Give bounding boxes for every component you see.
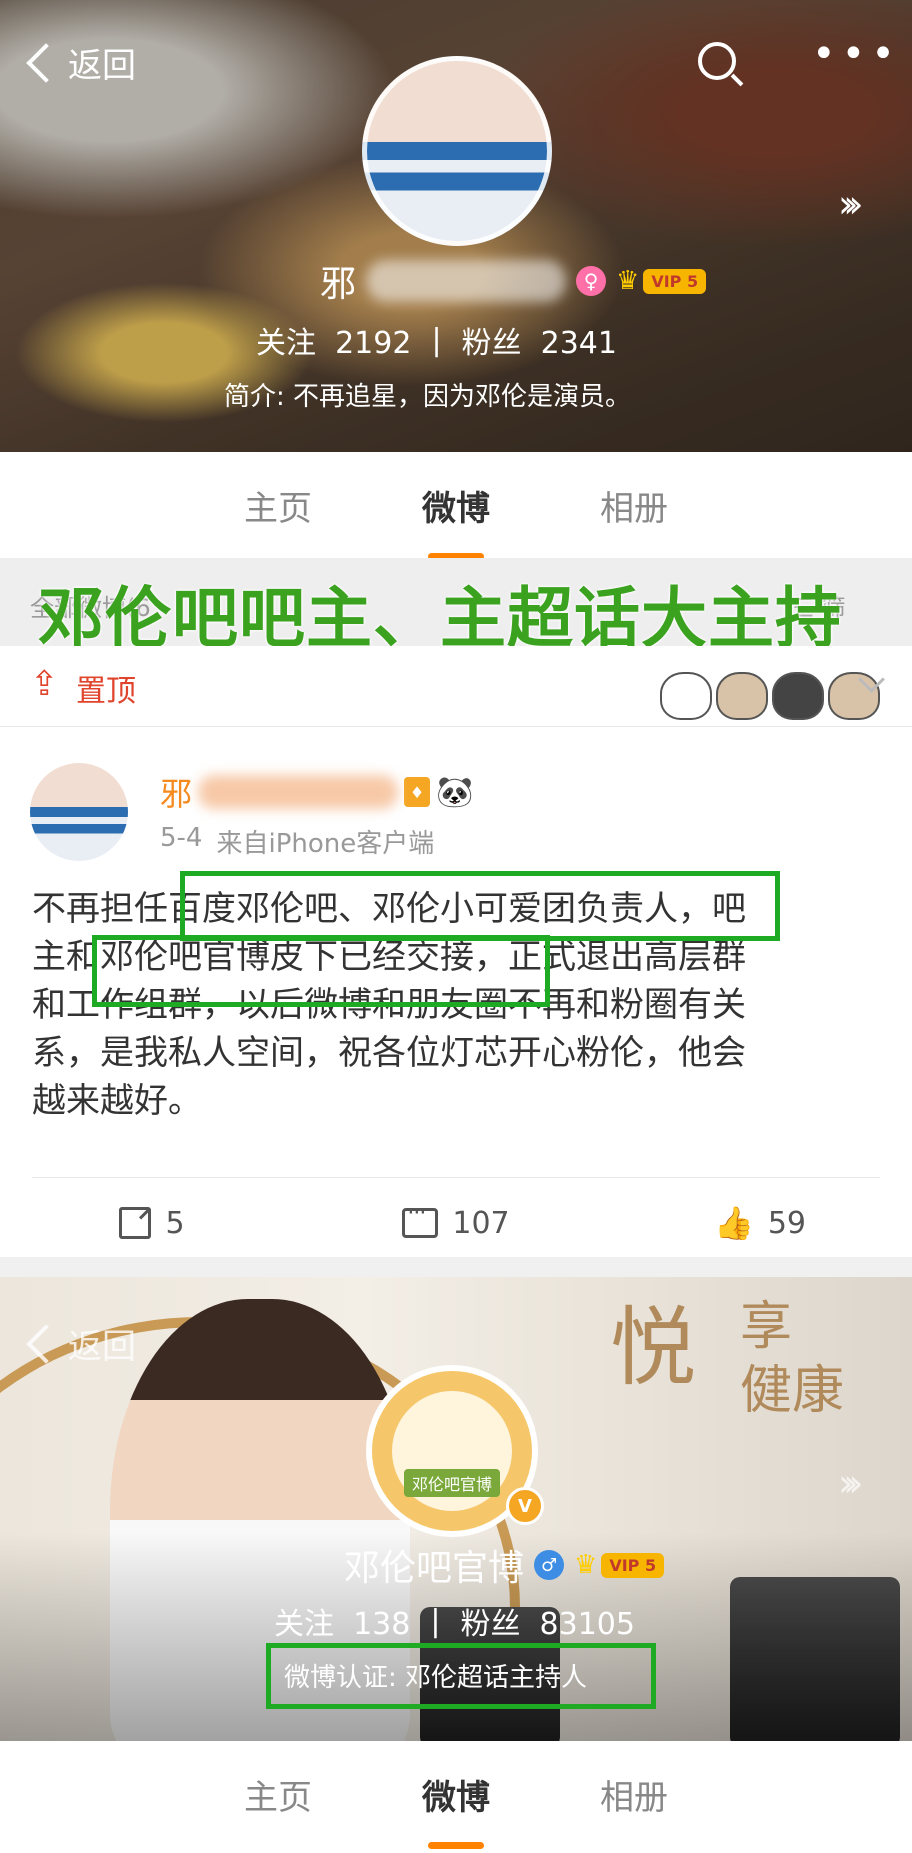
blurred-author <box>198 775 399 809</box>
cat-sticker-icon <box>660 672 712 720</box>
level-badge-icon: ♦ <box>404 777 431 807</box>
post-meta: 5-4 来自iPhone客户端 <box>160 823 434 860</box>
female-icon: ♀ <box>576 266 607 296</box>
verified-v-icon: V <box>506 1487 544 1525</box>
search-icon <box>698 42 736 80</box>
highlight-box <box>180 871 780 941</box>
fans-stat[interactable]: 粉丝 83105 <box>460 1599 635 1643</box>
tab-album[interactable]: 相册 <box>600 481 668 530</box>
pinned-label: 置顶 <box>76 674 136 709</box>
post-time: 5-4 <box>160 823 203 853</box>
cat-sticker-icon <box>716 672 768 720</box>
back-label: 返回 <box>68 1327 136 1367</box>
logo-text: 邓伦吧官博 <box>403 1469 500 1497</box>
ad-text-small: 健康 <box>740 1361 845 1421</box>
tab-weibo[interactable]: 微博 <box>422 481 490 530</box>
back-button[interactable]: 返回 <box>26 1319 136 1368</box>
ad-text-big: 悦 <box>610 1298 696 1398</box>
post-line: 越来越好。 <box>32 1081 202 1121</box>
back-chevron-icon <box>26 1323 66 1364</box>
cat-sticker-icon <box>772 672 824 720</box>
tab-album[interactable]: 相册 <box>600 1770 668 1819</box>
post-author[interactable]: 邪 ♦ 🐼 <box>160 769 473 815</box>
back-label: 返回 <box>68 46 136 86</box>
cat-stickers <box>660 672 880 720</box>
like-button[interactable]: 👍 59 <box>608 1193 912 1253</box>
repost-icon <box>119 1207 152 1239</box>
back-button[interactable]: 返回 <box>26 38 136 87</box>
tab-home[interactable]: 主页 <box>244 1770 312 1819</box>
blurred-name <box>366 260 567 302</box>
pinned-row[interactable]: ⇪ 置顶 <box>0 646 912 727</box>
post-actions: 5 107 👍 59 <box>0 1193 912 1253</box>
crown-icon: ♛ <box>616 266 640 296</box>
profile-name-row: 邪 ♀ ♛ VIP 5 <box>320 255 707 307</box>
follow-stat[interactable]: 关注 138 <box>274 1599 410 1643</box>
profile-stats: 关注 2192 | 粉丝 2341 <box>256 318 617 362</box>
male-icon: ♂ <box>534 1550 565 1580</box>
author-name: 邪 <box>160 775 193 813</box>
profile-stats: 关注 138 | 粉丝 83105 <box>274 1599 635 1643</box>
profile-tabs-2: 主页 微博 相册 <box>0 1741 912 1847</box>
vip-badge[interactable]: ♛ VIP 5 <box>574 1550 665 1580</box>
post-avatar[interactable] <box>30 763 128 861</box>
like-count: 59 <box>767 1205 807 1241</box>
ad-text-small: 享 <box>740 1297 793 1357</box>
fans-stat[interactable]: 粉丝 2341 <box>462 318 617 362</box>
comment-icon <box>402 1201 439 1238</box>
post-line: 系，是我私人空间，祝各位灯芯开心粉伦，他会 <box>32 1033 746 1073</box>
more-dots-icon[interactable]: ••• <box>812 34 901 74</box>
profile-header: 返回 ••• ››› 邪 ♀ ♛ VIP 5 关注 2192 | 粉丝 2341… <box>0 0 912 452</box>
tab-home[interactable]: 主页 <box>244 481 312 530</box>
comment-button[interactable]: 107 <box>304 1193 608 1253</box>
like-icon: 👍 <box>713 1204 754 1242</box>
repost-button[interactable]: 5 <box>0 1193 304 1253</box>
vip-badge[interactable]: ♛ VIP 5 <box>616 266 707 296</box>
search-button[interactable] <box>698 42 744 88</box>
pin-icon: ⇪ <box>30 664 59 704</box>
follow-stat[interactable]: 关注 2192 <box>256 318 411 362</box>
crown-icon: ♛ <box>574 1550 598 1580</box>
tab-weibo[interactable]: 微博 <box>422 1770 490 1819</box>
stat-separator: | <box>430 1603 441 1639</box>
post-card: 邪 ♦ 🐼 5-4 来自iPhone客户端 不再担任百度邓伦吧、邓伦小可爱团负责… <box>0 727 912 1257</box>
profile-name: 邓伦吧官博 <box>344 1548 525 1589</box>
back-chevron-icon <box>26 42 66 83</box>
profile-tabs: 主页 微博 相册 <box>0 452 912 558</box>
divider <box>32 1177 880 1178</box>
profile-header-2: 返回 悦 享 健康 ››› 邓伦吧官博 V 邓伦吧官博 ♂ ♛ VIP 5 关注… <box>0 1277 912 1741</box>
post-source: 来自iPhone客户端 <box>216 829 435 859</box>
chevron-right-icon[interactable]: ››› <box>838 1461 863 1505</box>
repost-count: 5 <box>165 1205 185 1241</box>
profile-name-row: 邓伦吧官博 ♂ ♛ VIP 5 <box>344 1539 665 1591</box>
comment-count: 107 <box>452 1205 510 1241</box>
profile-bio: 简介: 不再追星，因为邓伦是演员。 <box>224 382 632 412</box>
stat-separator: | <box>431 322 442 358</box>
avatar[interactable] <box>362 56 552 246</box>
highlight-box <box>266 1643 656 1709</box>
chevron-right-icon[interactable]: ››› <box>838 182 863 226</box>
section-separator <box>0 1257 912 1277</box>
profile-name: 邪 <box>320 264 357 305</box>
panda-icon: 🐼 <box>436 774 474 810</box>
highlight-box <box>92 935 550 1007</box>
